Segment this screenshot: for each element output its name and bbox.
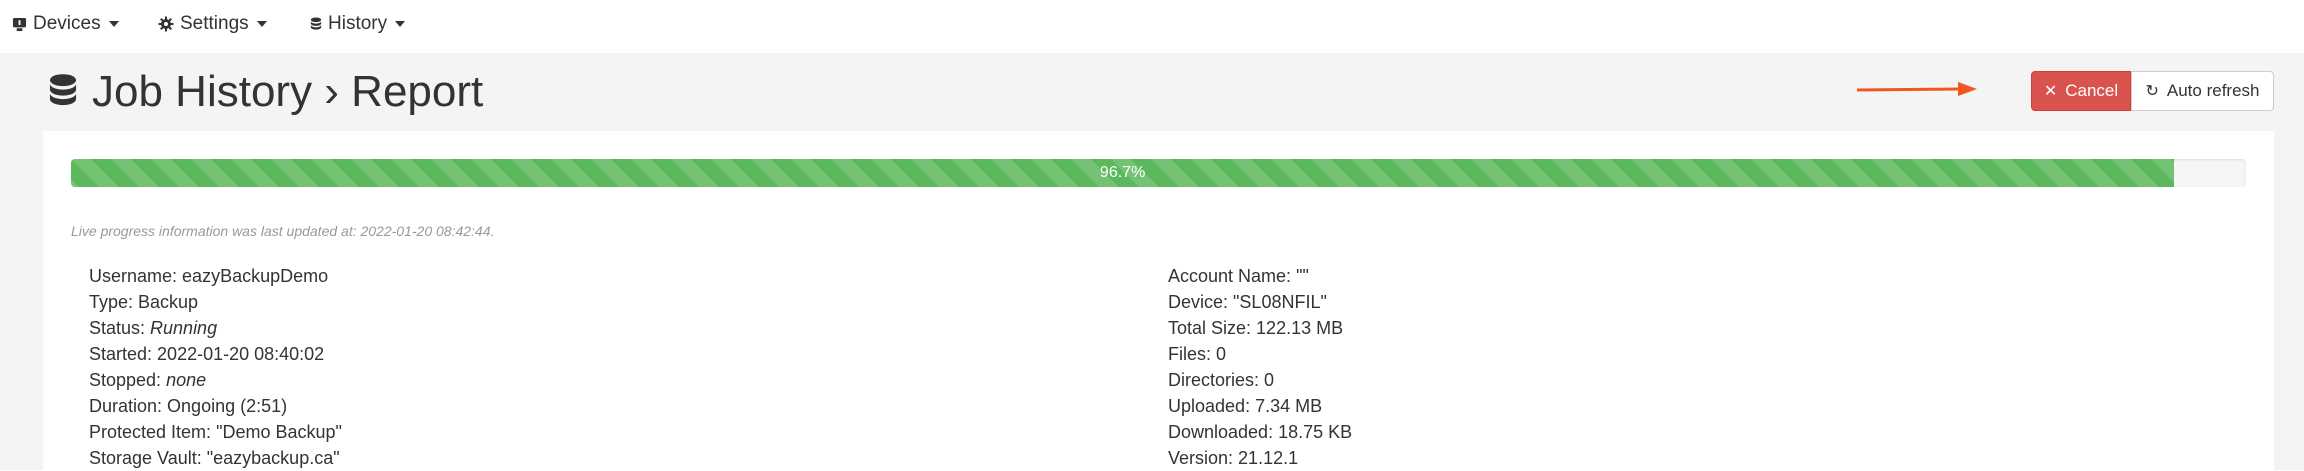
auto-refresh-button-label: Auto refresh: [2166, 81, 2260, 100]
page-header: Job History › Report: [48, 70, 483, 114]
detail-label: Username:: [89, 266, 183, 286]
detail-row: Downloaded: 18.75 KB: [1168, 419, 1352, 445]
database-icon: [49, 74, 77, 106]
nav-history[interactable]: History: [310, 12, 406, 36]
device-icon: [12, 17, 27, 31]
detail-value: "Demo Backup": [216, 422, 342, 442]
detail-label: Status:: [89, 318, 151, 338]
nav-devices-label: Devices: [33, 13, 101, 34]
detail-value: none: [166, 370, 207, 390]
detail-value: 122.13 MB: [1256, 318, 1344, 338]
detail-row: Type: Backup: [89, 289, 342, 315]
detail-label: Duration:: [89, 396, 168, 416]
gear-icon: [158, 16, 174, 32]
detail-label: Version:: [1168, 448, 1239, 468]
detail-row: Version: 21.12.1: [1168, 445, 1352, 471]
detail-row: Username: eazyBackupDemo: [89, 263, 342, 289]
detail-row: Duration: Ongoing (2:51): [89, 393, 342, 419]
detail-row: Total Size: 122.13 MB: [1168, 315, 1352, 341]
detail-value: eazyBackupDemo: [182, 266, 329, 286]
detail-row: Device: "SL08NFIL": [1168, 289, 1352, 315]
detail-row: Status: Running: [89, 315, 342, 341]
page-title: Job History › Report: [92, 67, 484, 116]
nav-devices[interactable]: Devices: [12, 12, 119, 36]
top-nav: Devices Settings History: [0, 0, 2304, 50]
detail-row: Started: 2022-01-20 08:40:02: [89, 341, 342, 367]
detail-label: Started:: [89, 344, 158, 364]
chevron-down-icon: [108, 21, 119, 27]
details-left: Username: eazyBackupDemo Type: Backup Stat…: [89, 263, 342, 471]
cancel-button[interactable]: ✕ Cancel: [2031, 71, 2131, 111]
auto-refresh-button[interactable]: ↻ Auto refresh: [2131, 71, 2274, 111]
detail-value: Backup: [138, 292, 199, 312]
detail-value: 18.75 KB: [1278, 422, 1353, 442]
database-icon: [310, 16, 322, 30]
details-right: Account Name: "" Device: "SL08NFIL" Total …: [1168, 263, 1352, 471]
detail-label: Downloaded:: [1168, 422, 1279, 442]
detail-row: Account Name: "": [1168, 263, 1352, 289]
detail-label: Total Size:: [1168, 318, 1257, 338]
detail-value: "eazybackup.ca": [206, 448, 340, 468]
detail-label: Account Name:: [1168, 266, 1297, 286]
detail-label: Uploaded:: [1168, 396, 1256, 416]
refresh-icon: ↻: [2145, 83, 2159, 100]
detail-value: 0: [1264, 370, 1275, 390]
detail-row: Stopped: none: [89, 367, 342, 393]
detail-label: Files:: [1168, 344, 1217, 364]
detail-label: Directories:: [1168, 370, 1265, 390]
detail-label: Storage Vault:: [89, 448, 207, 468]
detail-row: Storage Vault: "eazybackup.ca": [89, 445, 342, 471]
chevron-down-icon: [395, 21, 406, 27]
detail-value: 0: [1216, 344, 1227, 364]
close-icon: ✕: [2043, 83, 2058, 100]
detail-label: Device:: [1168, 292, 1234, 312]
detail-value: Ongoing (2:51): [167, 396, 288, 416]
progress-label: 96.7%: [1099, 164, 1146, 181]
detail-value: 2022-01-20 08:40:02: [157, 344, 325, 364]
detail-label: Protected Item:: [89, 422, 217, 442]
detail-label: Type:: [89, 292, 139, 312]
last-updated-text: Live progress information was last updat…: [71, 223, 495, 239]
detail-value: 7.34 MB: [1255, 396, 1323, 416]
cancel-button-label: Cancel: [2065, 81, 2119, 100]
detail-value: 21.12.1: [1238, 448, 1299, 468]
nav-settings-label: Settings: [180, 13, 249, 34]
nav-history-label: History: [328, 13, 388, 34]
detail-value: "SL08NFIL": [1233, 292, 1327, 312]
arrow-annotation-icon: [1856, 82, 1977, 96]
detail-row: Protected Item: "Demo Backup": [89, 419, 342, 445]
detail-label: Stopped:: [89, 370, 167, 390]
nav-settings[interactable]: Settings: [158, 12, 267, 36]
detail-value: Running: [150, 318, 218, 338]
detail-row: Directories: 0: [1168, 367, 1352, 393]
detail-value: "": [1296, 266, 1309, 286]
chevron-down-icon: [256, 21, 267, 27]
progress-fill: 96.7%: [71, 159, 2175, 187]
detail-row: Files: 0: [1168, 341, 1352, 367]
progress-bar: 96.7%: [71, 159, 2246, 187]
detail-row: Uploaded: 7.34 MB: [1168, 393, 1352, 419]
